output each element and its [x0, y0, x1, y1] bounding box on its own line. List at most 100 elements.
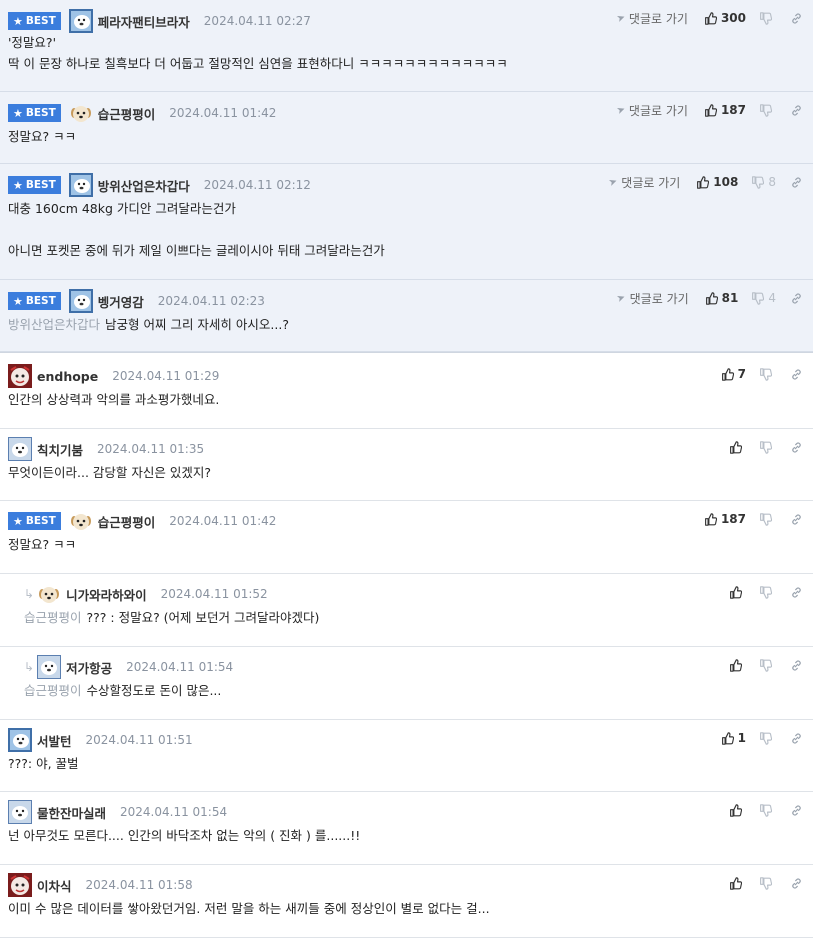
- comment-line: 정말요? ㅋㅋ: [8, 126, 803, 147]
- comment: ★ BEST 습근평평이 2024.04.11 01:42 정말요? ㅋㅋ 187: [0, 501, 813, 574]
- link-icon[interactable]: [790, 441, 803, 454]
- comment-header: 서발턴 2024.04.11 01:51: [8, 728, 193, 752]
- comment-text: ??? : 정말요? (어제 보던거 그려달라야겠다): [86, 610, 320, 625]
- comment-date: 2024.04.11 01:54: [126, 660, 234, 674]
- link-icon[interactable]: [790, 586, 803, 599]
- upvote-button[interactable]: 81: [705, 291, 739, 305]
- downvote-button[interactable]: [759, 731, 776, 745]
- nickname[interactable]: 저가항공: [66, 658, 112, 677]
- upvote-button[interactable]: 108: [696, 175, 738, 189]
- avatar[interactable]: [37, 655, 62, 679]
- avatar[interactable]: [8, 728, 32, 752]
- avatar[interactable]: [8, 437, 32, 461]
- upvote-button[interactable]: [729, 803, 746, 817]
- avatar[interactable]: [68, 289, 93, 313]
- comment-text: 이미 수 많은 데이터를 쌓아왔던거임. 저런 말을 하는 새끼들 중에 정상인…: [8, 901, 490, 916]
- link-icon[interactable]: [790, 804, 803, 817]
- best-comment: ★ BEST 방위산업은차갑다 2024.04.11 02:12 대충 160cm 48…: [0, 164, 813, 280]
- downvote-button[interactable]: [759, 876, 776, 890]
- thumbs-up-icon: [729, 440, 742, 454]
- link-icon[interactable]: [790, 104, 803, 117]
- comment-body: 습근평평이 수상할정도로 돈이 많은...: [24, 680, 803, 701]
- thumbs-up-icon: [705, 291, 718, 305]
- goto-comment-button[interactable]: ➤ 댓글로 가기: [615, 10, 688, 27]
- upvote-button[interactable]: 1: [721, 731, 746, 745]
- link-icon[interactable]: [790, 12, 803, 25]
- nickname[interactable]: 칙치기붐: [37, 440, 83, 459]
- downvote-button[interactable]: [759, 440, 776, 454]
- nickname[interactable]: 물한잔마실래: [37, 803, 106, 822]
- thumbs-up-icon: [729, 585, 742, 599]
- link-icon[interactable]: [790, 513, 803, 526]
- avatar[interactable]: [8, 800, 32, 824]
- nickname[interactable]: 서발턴: [37, 731, 72, 750]
- downvote-button[interactable]: [759, 585, 776, 599]
- downvote-button[interactable]: 8: [751, 175, 776, 189]
- avatar[interactable]: [68, 173, 93, 197]
- reply-comment: ↳ 니가와라하와이 2024.04.11 01:52 습근평평이 ??? : 정말요? …: [0, 574, 813, 647]
- goto-comment-button[interactable]: ➤ 댓글로 가기: [607, 174, 680, 191]
- link-icon[interactable]: [790, 659, 803, 672]
- nickname[interactable]: 습근평평이: [98, 512, 156, 531]
- upvote-button[interactable]: [729, 585, 746, 599]
- avatar[interactable]: [8, 364, 32, 388]
- downvote-button[interactable]: [759, 367, 776, 381]
- reply-arrow-icon: ↳: [24, 587, 35, 601]
- reply-comment: ↳ 저가항공 2024.04.11 01:54 습근평평이 수상할정도로 돈이 많은..…: [0, 647, 813, 720]
- downvote-button[interactable]: [759, 803, 776, 817]
- comment-line: 아니면 포켓몬 중에 뒤가 제일 이쁘다는 글레이시아 뒤태 그려달라는건가: [8, 240, 803, 261]
- comment-text: 대충 160cm 48kg 가디안 그려달라는건가: [8, 201, 236, 216]
- upvote-count: 1: [737, 731, 746, 745]
- avatar[interactable]: [68, 9, 93, 33]
- downvote-button[interactable]: [759, 512, 776, 526]
- upvote-button[interactable]: [729, 440, 746, 454]
- nickname[interactable]: 방위산업은차갑다: [98, 176, 190, 195]
- comment-line: 습근평평이 수상할정도로 돈이 많은...: [24, 680, 803, 701]
- downvote-button[interactable]: [759, 11, 776, 25]
- comment-text: 인간의 상상력과 악의를 과소평가했네요.: [8, 392, 220, 407]
- goto-comment-button[interactable]: ➤ 댓글로 가기: [616, 290, 689, 307]
- goto-comment-button[interactable]: ➤ 댓글로 가기: [614, 102, 688, 119]
- thumbs-down-icon: [759, 803, 772, 817]
- downvote-button[interactable]: [759, 103, 776, 117]
- link-icon[interactable]: [790, 732, 803, 745]
- nickname[interactable]: 니가와라하와이: [66, 585, 147, 604]
- best-badge: ★ BEST: [8, 292, 61, 310]
- comment-date: 2024.04.11 01:52: [160, 587, 268, 601]
- upvote-count: 81: [721, 291, 739, 305]
- avatar[interactable]: [69, 509, 93, 533]
- upvote-button[interactable]: 7: [721, 367, 746, 381]
- upvote-button[interactable]: 187: [704, 512, 746, 526]
- link-icon[interactable]: [790, 368, 803, 381]
- comment-actions: ➤ 댓글로 가기 187: [614, 100, 803, 120]
- link-icon[interactable]: [790, 292, 803, 305]
- comment-line: 이미 수 많은 데이터를 쌓아왔던거임. 저런 말을 하는 새끼들 중에 정상인…: [8, 898, 803, 919]
- thumbs-down-icon: [759, 585, 772, 599]
- comment-body: '정말요?' 딱 이 문장 하나로 칠흑보다 더 어둡고 절망적인 심연을 표현하…: [8, 32, 803, 74]
- link-icon[interactable]: [790, 877, 803, 890]
- upvote-button[interactable]: 300: [704, 11, 746, 25]
- downvote-button[interactable]: 4: [751, 291, 776, 305]
- downvote-button[interactable]: [759, 658, 776, 672]
- nickname[interactable]: 벵거영감: [98, 292, 144, 311]
- mention-nickname[interactable]: 방위산업은차갑다: [8, 317, 100, 332]
- nickname[interactable]: 습근평평이: [98, 104, 156, 123]
- comment-text: 무엇이든이라... 감당할 자신은 있겠지?: [8, 465, 211, 480]
- avatar[interactable]: [69, 101, 93, 125]
- mention-nickname[interactable]: 습근평평이: [24, 610, 82, 625]
- upvote-button[interactable]: 187: [704, 103, 746, 117]
- avatar[interactable]: [8, 873, 32, 897]
- avatar[interactable]: [37, 582, 61, 606]
- send-arrow-icon: ➤: [614, 103, 627, 117]
- upvote-button[interactable]: [729, 876, 746, 890]
- nickname[interactable]: 이차식: [37, 876, 72, 895]
- comment-body: 방위산업은차갑다 남궁형 어찌 그리 자세히 아시오...?: [8, 314, 803, 335]
- link-icon[interactable]: [790, 176, 803, 189]
- upvote-button[interactable]: [729, 658, 746, 672]
- comment-text: 넌 아무것도 모른다.... 인간의 바닥조차 없는 악의 ( 진화 ) 를..…: [8, 828, 361, 843]
- nickname[interactable]: endhope: [37, 369, 98, 384]
- mention-nickname[interactable]: 습근평평이: [24, 683, 82, 698]
- comment-line: 방위산업은차갑다 남궁형 어찌 그리 자세히 아시오...?: [8, 314, 803, 335]
- nickname[interactable]: 페라자팬티브라자: [98, 12, 190, 31]
- upvote-count: 187: [720, 103, 746, 117]
